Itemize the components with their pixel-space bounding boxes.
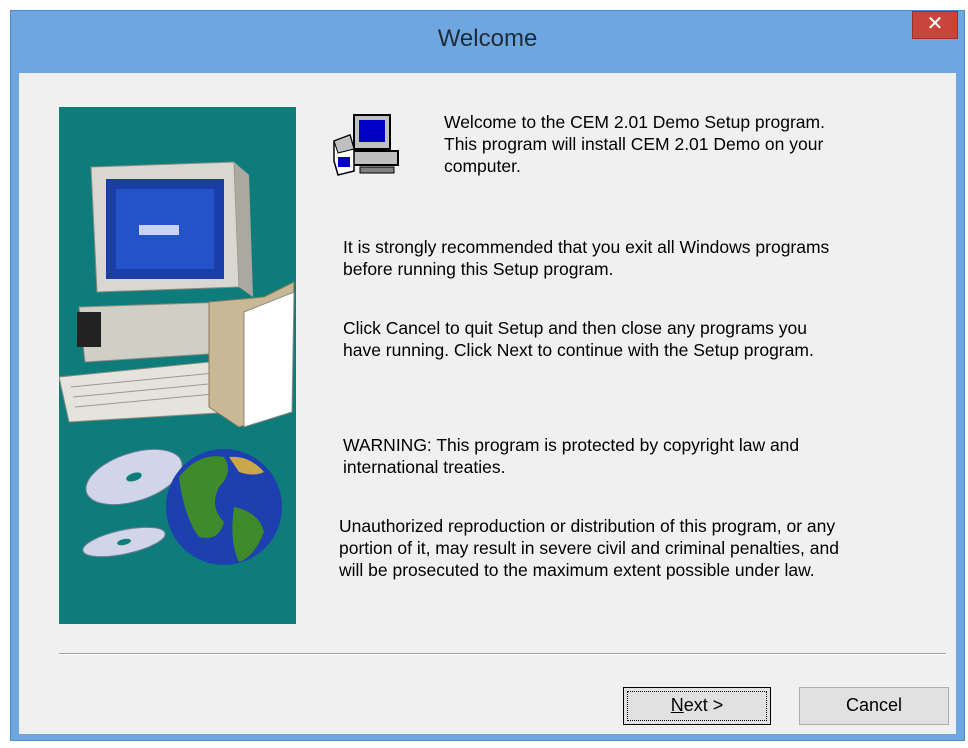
dialog-client-area: Welcome to the CEM 2.01 Demo Setup progr… [19, 73, 956, 734]
close-icon: ✕ [926, 13, 944, 35]
unauthorized-line-1: Unauthorized reproduction or distributio… [339, 516, 836, 536]
intro-line-1: Welcome to the CEM 2.01 Demo Setup progr… [444, 112, 825, 132]
setup-computer-icon [332, 109, 402, 181]
next-button[interactable]: Next > [623, 687, 771, 725]
warning-line-1: WARNING: This program is protected by co… [343, 435, 800, 455]
intro-line-2: This program will install CEM 2.01 Demo … [444, 134, 824, 154]
unauthorized-line-2: portion of it, may result in severe civi… [339, 538, 839, 558]
next-label-rest: ext > [683, 695, 724, 715]
close-button[interactable]: ✕ [912, 11, 958, 39]
unauthorized-line-3: will be prosecuted to the maximum extent… [339, 560, 815, 580]
window-title: Welcome [437, 25, 538, 52]
computer-globe-cd-illustration [59, 107, 296, 624]
next-mnemonic: N [670, 695, 684, 715]
title-bar[interactable]: Welcome ✕ [11, 11, 964, 73]
cancel-button[interactable]: Cancel [799, 687, 949, 725]
warning-line-2: international treaties. [343, 457, 506, 477]
next-button-label: Next > [671, 695, 724, 715]
recommend-line-1: It is strongly recommended that you exit… [343, 237, 830, 257]
cancel-info-line-1: Click Cancel to quit Setup and then clos… [343, 318, 808, 338]
cancel-info-line-2: have running. Click Next to continue wit… [343, 340, 814, 360]
recommend-line-2: before running this Setup program. [343, 259, 614, 279]
intro-line-3: computer. [444, 156, 521, 176]
setup-dialog-window: Welcome ✕ Welcome to the CEM 2.01 Demo S… [10, 10, 965, 741]
divider [59, 653, 946, 655]
